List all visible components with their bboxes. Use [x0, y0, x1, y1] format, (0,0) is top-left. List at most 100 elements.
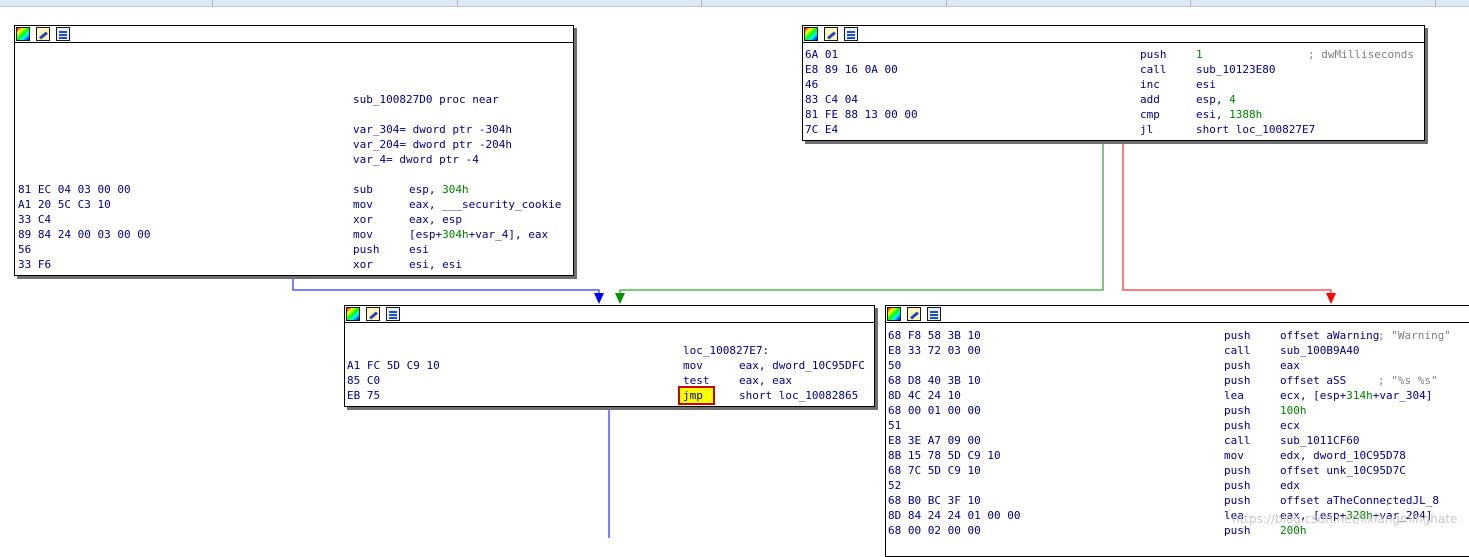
- loc-label[interactable]: loc_100827E7:: [683, 343, 769, 358]
- var-decl[interactable]: var_4= dword ptr -4: [353, 152, 479, 167]
- comment[interactable]: ;: [1378, 493, 1392, 508]
- opcode-bytes[interactable]: 85 C0: [347, 373, 380, 388]
- operand[interactable]: esi: [1196, 77, 1216, 92]
- operand[interactable]: ecx: [1280, 418, 1300, 433]
- node-loc-100827e7[interactable]: loc_100827E7: A1 FC 5D C9 10 mov eax, dwor…: [344, 305, 875, 407]
- operand[interactable]: eax, eax: [739, 373, 792, 388]
- opcode-bytes[interactable]: 33 F6: [18, 257, 51, 272]
- operand[interactable]: eax, dword_10C95DFC: [739, 358, 865, 373]
- operand[interactable]: eax: [1280, 358, 1300, 373]
- mnemonic[interactable]: push: [353, 242, 380, 257]
- rename-icon[interactable]: [366, 307, 380, 321]
- opcode-bytes[interactable]: 68 00 02 00 00: [888, 523, 981, 538]
- mnemonic[interactable]: push: [1140, 47, 1167, 62]
- opcode-bytes[interactable]: 6A 01: [805, 47, 838, 62]
- mnemonic[interactable]: push: [1224, 493, 1251, 508]
- mnemonic[interactable]: xor: [353, 212, 373, 227]
- operand[interactable]: esp, 4: [1196, 92, 1236, 107]
- rename-icon[interactable]: [907, 307, 921, 321]
- mnemonic[interactable]: call: [1224, 433, 1251, 448]
- mnemonic[interactable]: cmp: [1140, 107, 1160, 122]
- operand[interactable]: short loc_100827E7: [1196, 122, 1315, 137]
- rename-icon[interactable]: [824, 27, 838, 41]
- color-icon[interactable]: [804, 27, 818, 41]
- opcode-bytes[interactable]: 33 C4: [18, 212, 51, 227]
- var-decl[interactable]: var_204= dword ptr -204h: [353, 137, 512, 152]
- opcode-bytes[interactable]: 51: [888, 418, 901, 433]
- opcode-bytes[interactable]: 68 F8 58 3B 10: [888, 328, 981, 343]
- comment[interactable]: ; dwMilliseconds: [1308, 47, 1414, 62]
- mnemonic[interactable]: call: [1224, 343, 1251, 358]
- mnemonic[interactable]: push: [1224, 403, 1251, 418]
- mnemonic[interactable]: jl: [1140, 122, 1153, 137]
- graph-icon[interactable]: [844, 27, 858, 41]
- mnemonic[interactable]: sub: [353, 182, 373, 197]
- opcode-bytes[interactable]: A1 20 5C C3 10: [18, 197, 111, 212]
- color-icon[interactable]: [887, 307, 901, 321]
- opcode-bytes[interactable]: 52: [888, 478, 901, 493]
- operand[interactable]: eax, ___security_cookie: [409, 197, 561, 212]
- opcode-bytes[interactable]: 68 B0 BC 3F 10: [888, 493, 981, 508]
- opcode-bytes[interactable]: 81 FE 88 13 00 00: [805, 107, 918, 122]
- mnemonic[interactable]: add: [1140, 92, 1160, 107]
- opcode-bytes[interactable]: 50: [888, 358, 901, 373]
- mnemonic[interactable]: push: [1224, 478, 1251, 493]
- opcode-bytes[interactable]: 83 C4 04: [805, 92, 858, 107]
- opcode-bytes[interactable]: 68 7C 5D C9 10: [888, 463, 981, 478]
- proc-header[interactable]: sub_100827D0 proc near: [353, 92, 499, 107]
- operand[interactable]: offset aWarning: [1280, 328, 1379, 343]
- operand[interactable]: [esp+304h+var_4], eax: [409, 227, 548, 242]
- node-sleep-loop[interactable]: 6A 01 push 1 ; dwMilliseconds E8 89 16 0A 00…: [802, 25, 1425, 141]
- opcode-bytes[interactable]: 8B 15 78 5D C9 10: [888, 448, 1001, 463]
- mnemonic[interactable]: jmp: [683, 388, 703, 403]
- rename-icon[interactable]: [36, 27, 50, 41]
- opcode-bytes[interactable]: 68 D8 40 3B 10: [888, 373, 981, 388]
- opcode-bytes[interactable]: 7C E4: [805, 122, 838, 137]
- opcode-bytes[interactable]: A1 FC 5D C9 10: [347, 358, 440, 373]
- opcode-bytes[interactable]: E8 33 72 03 00: [888, 343, 981, 358]
- opcode-bytes[interactable]: 46: [805, 77, 818, 92]
- opcode-bytes[interactable]: EB 75: [347, 388, 380, 403]
- opcode-bytes[interactable]: 81 EC 04 03 00 00: [18, 182, 131, 197]
- mnemonic[interactable]: mov: [353, 227, 373, 242]
- operand[interactable]: ecx, [esp+314h+var_304]: [1280, 388, 1432, 403]
- operand[interactable]: esi: [409, 242, 429, 257]
- mnemonic[interactable]: push: [1224, 418, 1251, 433]
- mnemonic[interactable]: lea: [1224, 388, 1244, 403]
- opcode-bytes[interactable]: 68 00 01 00 00: [888, 403, 981, 418]
- operand[interactable]: offset aSS: [1280, 373, 1346, 388]
- color-icon[interactable]: [16, 27, 30, 41]
- mnemonic[interactable]: inc: [1140, 77, 1160, 92]
- operand[interactable]: 1: [1196, 47, 1203, 62]
- mnemonic[interactable]: push: [1224, 328, 1251, 343]
- opcode-bytes[interactable]: 56: [18, 242, 31, 257]
- operand[interactable]: short loc_10082865: [739, 388, 858, 403]
- comment[interactable]: ; "%s %s": [1378, 373, 1438, 388]
- mnemonic[interactable]: push: [1224, 358, 1251, 373]
- operand[interactable]: offset aTheConnectedJL_8: [1280, 493, 1439, 508]
- opcode-bytes[interactable]: 8D 84 24 24 01 00 00: [888, 508, 1020, 523]
- operand[interactable]: 100h: [1280, 403, 1307, 418]
- graph-icon[interactable]: [56, 27, 70, 41]
- operand[interactable]: sub_1011CF60: [1280, 433, 1359, 448]
- mnemonic[interactable]: push: [1224, 463, 1251, 478]
- mnemonic[interactable]: mov: [353, 197, 373, 212]
- mnemonic[interactable]: call: [1140, 62, 1167, 77]
- mnemonic[interactable]: push: [1224, 373, 1251, 388]
- var-decl[interactable]: var_304= dword ptr -304h: [353, 122, 512, 137]
- mnemonic[interactable]: xor: [353, 257, 373, 272]
- graph-icon[interactable]: [386, 307, 400, 321]
- opcode-bytes[interactable]: 8D 4C 24 10: [888, 388, 961, 403]
- opcode-bytes[interactable]: E8 3E A7 09 00: [888, 433, 981, 448]
- graph-icon[interactable]: [927, 307, 941, 321]
- operand[interactable]: edx: [1280, 478, 1300, 493]
- opcode-bytes[interactable]: 89 84 24 00 03 00 00: [18, 227, 150, 242]
- mnemonic[interactable]: mov: [1224, 448, 1244, 463]
- comment[interactable]: ; "Warning": [1378, 328, 1451, 343]
- mnemonic[interactable]: mov: [683, 358, 703, 373]
- operand[interactable]: sub_10123E80: [1196, 62, 1275, 77]
- operand[interactable]: offset unk_10C95D7C: [1280, 463, 1406, 478]
- operand[interactable]: edx, dword_10C95D78: [1280, 448, 1406, 463]
- color-icon[interactable]: [346, 307, 360, 321]
- node-sub-100827d0[interactable]: sub_100827D0 proc near var_304= dword pt…: [14, 25, 574, 276]
